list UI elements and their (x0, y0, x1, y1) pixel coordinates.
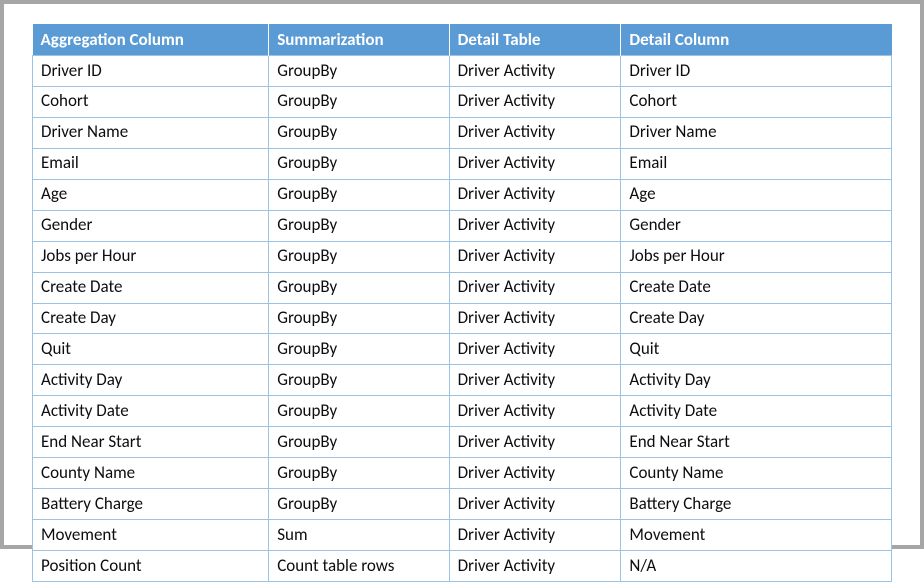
table-cell: Driver Activity (449, 272, 621, 303)
aggregation-table: Aggregation Column Summarization Detail … (32, 24, 892, 582)
table-cell: Driver ID (621, 56, 892, 87)
table-cell: End Near Start (33, 427, 269, 458)
table-cell: GroupBy (269, 489, 449, 520)
table-cell: GroupBy (269, 427, 449, 458)
table-cell: Driver Activity (449, 303, 621, 334)
table-cell: Driver Name (621, 117, 892, 148)
table-cell: Create Day (621, 303, 892, 334)
table-cell: Driver Activity (449, 241, 621, 272)
table-cell: GroupBy (269, 148, 449, 179)
table-cell: Battery Charge (621, 489, 892, 520)
table-cell: Quit (33, 334, 269, 365)
col-header-aggregation-column: Aggregation Column (33, 24, 269, 56)
table-row: Driver IDGroupByDriver ActivityDriver ID (33, 56, 892, 87)
table-row: AgeGroupByDriver ActivityAge (33, 179, 892, 210)
table-cell: Driver Activity (449, 427, 621, 458)
table-cell: Driver Activity (449, 334, 621, 365)
table-header: Aggregation Column Summarization Detail … (33, 24, 892, 56)
table-cell: Activity Date (33, 396, 269, 427)
table-cell: GroupBy (269, 303, 449, 334)
table-cell: Activity Day (33, 365, 269, 396)
table-cell: Create Date (33, 272, 269, 303)
table-cell: Driver Activity (449, 117, 621, 148)
table-cell: GroupBy (269, 365, 449, 396)
table-cell: Driver Name (33, 117, 269, 148)
table-cell: GroupBy (269, 241, 449, 272)
table-body: Driver IDGroupByDriver ActivityDriver ID… (33, 56, 892, 582)
table-cell: Driver Activity (449, 86, 621, 117)
table-cell: Driver ID (33, 56, 269, 87)
table-row: County NameGroupByDriver ActivityCounty … (33, 458, 892, 489)
table-cell: Create Day (33, 303, 269, 334)
table-cell: County Name (621, 458, 892, 489)
table-cell: Driver Activity (449, 520, 621, 551)
table-cell: Movement (621, 520, 892, 551)
table-cell: Sum (269, 520, 449, 551)
table-row: EmailGroupByDriver ActivityEmail (33, 148, 892, 179)
table-row: MovementSumDriver ActivityMovement (33, 520, 892, 551)
table-cell: GroupBy (269, 56, 449, 87)
table-cell: Jobs per Hour (621, 241, 892, 272)
table-row: Driver NameGroupByDriver ActivityDriver … (33, 117, 892, 148)
table-cell: GroupBy (269, 210, 449, 241)
table-row: Create DayGroupByDriver ActivityCreate D… (33, 303, 892, 334)
table-cell: Battery Charge (33, 489, 269, 520)
table-cell: Jobs per Hour (33, 241, 269, 272)
table-row: Activity DayGroupByDriver ActivityActivi… (33, 365, 892, 396)
col-header-detail-column: Detail Column (621, 24, 892, 56)
table-cell: Movement (33, 520, 269, 551)
table-cell: Activity Day (621, 365, 892, 396)
table-cell: Driver Activity (449, 148, 621, 179)
table-cell: Quit (621, 334, 892, 365)
table-cell: Driver Activity (449, 210, 621, 241)
table-cell: Create Date (621, 272, 892, 303)
table-cell: Cohort (33, 86, 269, 117)
table-cell: Cohort (621, 86, 892, 117)
table-cell: Driver Activity (449, 458, 621, 489)
table-cell: End Near Start (621, 427, 892, 458)
table-cell: County Name (33, 458, 269, 489)
table-cell: Position Count (33, 551, 269, 582)
table-row: Position CountCount table rowsDriver Act… (33, 551, 892, 582)
table-cell: GroupBy (269, 117, 449, 148)
table-row: Create DateGroupByDriver ActivityCreate … (33, 272, 892, 303)
table-row: QuitGroupByDriver ActivityQuit (33, 334, 892, 365)
table-cell: Driver Activity (449, 489, 621, 520)
table-row: GenderGroupByDriver ActivityGender (33, 210, 892, 241)
table-cell: Driver Activity (449, 551, 621, 582)
table-cell: Age (33, 179, 269, 210)
table-cell: Email (621, 148, 892, 179)
table-cell: Email (33, 148, 269, 179)
table-cell: GroupBy (269, 86, 449, 117)
table-cell: Gender (621, 210, 892, 241)
table-cell: Driver Activity (449, 56, 621, 87)
table-cell: Age (621, 179, 892, 210)
table-row: CohortGroupByDriver ActivityCohort (33, 86, 892, 117)
table-cell: N/A (621, 551, 892, 582)
table-cell: Gender (33, 210, 269, 241)
table-cell: GroupBy (269, 458, 449, 489)
table-frame: Aggregation Column Summarization Detail … (0, 0, 924, 549)
col-header-summarization: Summarization (269, 24, 449, 56)
table-cell: Driver Activity (449, 396, 621, 427)
table-cell: GroupBy (269, 396, 449, 427)
table-cell: GroupBy (269, 272, 449, 303)
table-cell: Driver Activity (449, 179, 621, 210)
table-cell: Driver Activity (449, 365, 621, 396)
table-cell: Activity Date (621, 396, 892, 427)
table-row: Battery ChargeGroupByDriver ActivityBatt… (33, 489, 892, 520)
table-row: End Near StartGroupByDriver ActivityEnd … (33, 427, 892, 458)
col-header-detail-table: Detail Table (449, 24, 621, 56)
table-row: Jobs per HourGroupByDriver ActivityJobs … (33, 241, 892, 272)
table-cell: GroupBy (269, 179, 449, 210)
table-row: Activity DateGroupByDriver ActivityActiv… (33, 396, 892, 427)
table-cell: Count table rows (269, 551, 449, 582)
table-cell: GroupBy (269, 334, 449, 365)
